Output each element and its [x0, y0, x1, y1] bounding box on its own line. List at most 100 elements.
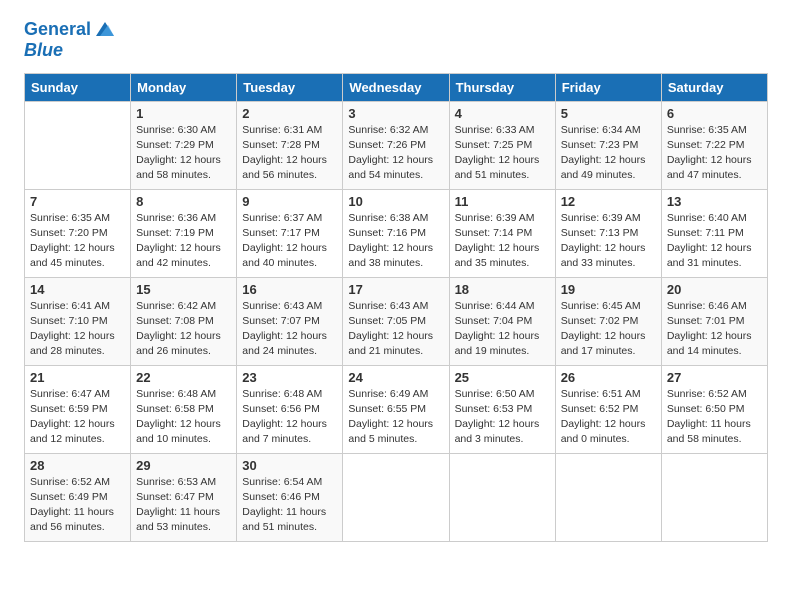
calendar-header: SundayMondayTuesdayWednesdayThursdayFrid… — [25, 73, 768, 101]
calendar-cell: 23 Sunrise: 6:48 AM Sunset: 6:56 PM Dayli… — [237, 365, 343, 453]
day-number: 18 — [455, 282, 550, 297]
calendar-cell: 7Sunrise: 6:35 AM Sunset: 7:20 PM Daylig… — [25, 189, 131, 277]
day-number: 19 — [561, 282, 656, 297]
calendar-cell: 14 Sunrise: 6:41 AM Sunset: 7:10 PM Dayli… — [25, 277, 131, 365]
day-detail: Sunrise: 6:53 AM Sunset: 6:47 PM Dayligh… — [136, 475, 231, 536]
day-detail: Sunrise: 6:43 AM Sunset: 7:05 PM Dayligh… — [348, 299, 443, 360]
day-number: 22 — [136, 370, 231, 385]
calendar-cell: 12 Sunrise: 6:39 AM Sunset: 7:13 PM Dayli… — [555, 189, 661, 277]
calendar-cell: 5Sunrise: 6:34 AM Sunset: 7:23 PM Daylig… — [555, 101, 661, 189]
day-detail: Sunrise: 6:38 AM Sunset: 7:16 PM Dayligh… — [348, 211, 443, 272]
calendar-cell: 19Sunrise: 6:45 AM Sunset: 7:02 PM Dayli… — [555, 277, 661, 365]
logo-blue-text: Blue — [24, 41, 63, 61]
day-detail: Sunrise: 6:46 AM Sunset: 7:01 PM Dayligh… — [667, 299, 762, 360]
day-detail: Sunrise: 6:40 AM Sunset: 7:11 PM Dayligh… — [667, 211, 762, 272]
day-detail: Sunrise: 6:52 AM Sunset: 6:49 PM Dayligh… — [30, 475, 125, 536]
header-cell-thursday: Thursday — [449, 73, 555, 101]
calendar-cell: 9 Sunrise: 6:37 AM Sunset: 7:17 PM Daylig… — [237, 189, 343, 277]
calendar-cell: 11 Sunrise: 6:39 AM Sunset: 7:14 PM Dayli… — [449, 189, 555, 277]
day-number: 6 — [667, 106, 762, 121]
week-row-2: 14 Sunrise: 6:41 AM Sunset: 7:10 PM Dayli… — [25, 277, 768, 365]
day-number: 8 — [136, 194, 231, 209]
calendar-cell: 3 Sunrise: 6:32 AM Sunset: 7:26 PM Daylig… — [343, 101, 449, 189]
day-detail: Sunrise: 6:42 AM Sunset: 7:08 PM Dayligh… — [136, 299, 231, 360]
day-detail: Sunrise: 6:34 AM Sunset: 7:23 PM Dayligh… — [561, 123, 656, 184]
day-number: 15 — [136, 282, 231, 297]
day-detail: Sunrise: 6:48 AM Sunset: 6:56 PM Dayligh… — [242, 387, 337, 448]
day-number: 17 — [348, 282, 443, 297]
calendar-cell: 25 Sunrise: 6:50 AM Sunset: 6:53 PM Dayli… — [449, 365, 555, 453]
day-detail: Sunrise: 6:47 AM Sunset: 6:59 PM Dayligh… — [30, 387, 125, 448]
day-number: 13 — [667, 194, 762, 209]
day-number: 7 — [30, 194, 125, 209]
calendar-cell: 18Sunrise: 6:44 AM Sunset: 7:04 PM Dayli… — [449, 277, 555, 365]
calendar-cell: 17 Sunrise: 6:43 AM Sunset: 7:05 PM Dayli… — [343, 277, 449, 365]
day-detail: Sunrise: 6:48 AM Sunset: 6:58 PM Dayligh… — [136, 387, 231, 448]
header-cell-monday: Monday — [131, 73, 237, 101]
calendar-cell: 10 Sunrise: 6:38 AM Sunset: 7:16 PM Dayli… — [343, 189, 449, 277]
day-number: 2 — [242, 106, 337, 121]
day-number: 25 — [455, 370, 550, 385]
day-number: 1 — [136, 106, 231, 121]
header-cell-saturday: Saturday — [661, 73, 767, 101]
day-number: 29 — [136, 458, 231, 473]
day-detail: Sunrise: 6:41 AM Sunset: 7:10 PM Dayligh… — [30, 299, 125, 360]
day-number: 20 — [667, 282, 762, 297]
day-detail: Sunrise: 6:31 AM Sunset: 7:28 PM Dayligh… — [242, 123, 337, 184]
calendar-cell: 28 Sunrise: 6:52 AM Sunset: 6:49 PM Dayli… — [25, 453, 131, 541]
day-number: 27 — [667, 370, 762, 385]
header-cell-sunday: Sunday — [25, 73, 131, 101]
day-detail: Sunrise: 6:43 AM Sunset: 7:07 PM Dayligh… — [242, 299, 337, 360]
calendar-cell: 6 Sunrise: 6:35 AM Sunset: 7:22 PM Daylig… — [661, 101, 767, 189]
calendar-cell: 29 Sunrise: 6:53 AM Sunset: 6:47 PM Dayli… — [131, 453, 237, 541]
day-number: 9 — [242, 194, 337, 209]
week-row-4: 28 Sunrise: 6:52 AM Sunset: 6:49 PM Dayli… — [25, 453, 768, 541]
calendar-cell: 21 Sunrise: 6:47 AM Sunset: 6:59 PM Dayli… — [25, 365, 131, 453]
day-number: 4 — [455, 106, 550, 121]
header-cell-tuesday: Tuesday — [237, 73, 343, 101]
calendar-table: SundayMondayTuesdayWednesdayThursdayFrid… — [24, 73, 768, 542]
day-detail: Sunrise: 6:39 AM Sunset: 7:14 PM Dayligh… — [455, 211, 550, 272]
day-detail: Sunrise: 6:39 AM Sunset: 7:13 PM Dayligh… — [561, 211, 656, 272]
calendar-cell: 26 Sunrise: 6:51 AM Sunset: 6:52 PM Dayli… — [555, 365, 661, 453]
day-detail: Sunrise: 6:32 AM Sunset: 7:26 PM Dayligh… — [348, 123, 443, 184]
day-number: 26 — [561, 370, 656, 385]
logo-text: General — [24, 20, 91, 40]
day-detail: Sunrise: 6:36 AM Sunset: 7:19 PM Dayligh… — [136, 211, 231, 272]
calendar-cell: 1 Sunrise: 6:30 AM Sunset: 7:29 PM Daylig… — [131, 101, 237, 189]
calendar-cell: 15 Sunrise: 6:42 AM Sunset: 7:08 PM Dayli… — [131, 277, 237, 365]
calendar-cell — [25, 101, 131, 189]
header-cell-friday: Friday — [555, 73, 661, 101]
week-row-3: 21 Sunrise: 6:47 AM Sunset: 6:59 PM Dayli… — [25, 365, 768, 453]
calendar-cell: 2 Sunrise: 6:31 AM Sunset: 7:28 PM Daylig… — [237, 101, 343, 189]
day-detail: Sunrise: 6:51 AM Sunset: 6:52 PM Dayligh… — [561, 387, 656, 448]
day-number: 28 — [30, 458, 125, 473]
calendar-cell: 24Sunrise: 6:49 AM Sunset: 6:55 PM Dayli… — [343, 365, 449, 453]
day-number: 14 — [30, 282, 125, 297]
day-number: 3 — [348, 106, 443, 121]
day-number: 12 — [561, 194, 656, 209]
day-detail: Sunrise: 6:30 AM Sunset: 7:29 PM Dayligh… — [136, 123, 231, 184]
calendar-body: 1 Sunrise: 6:30 AM Sunset: 7:29 PM Daylig… — [25, 101, 768, 541]
day-number: 21 — [30, 370, 125, 385]
day-detail: Sunrise: 6:50 AM Sunset: 6:53 PM Dayligh… — [455, 387, 550, 448]
day-number: 11 — [455, 194, 550, 209]
day-number: 23 — [242, 370, 337, 385]
calendar-cell: 13 Sunrise: 6:40 AM Sunset: 7:11 PM Dayli… — [661, 189, 767, 277]
calendar-cell: 20 Sunrise: 6:46 AM Sunset: 7:01 PM Dayli… — [661, 277, 767, 365]
week-row-1: 7Sunrise: 6:35 AM Sunset: 7:20 PM Daylig… — [25, 189, 768, 277]
header-row: SundayMondayTuesdayWednesdayThursdayFrid… — [25, 73, 768, 101]
page-header: General Blue — [24, 20, 768, 61]
calendar-cell: 8 Sunrise: 6:36 AM Sunset: 7:19 PM Daylig… — [131, 189, 237, 277]
calendar-cell: 16Sunrise: 6:43 AM Sunset: 7:07 PM Dayli… — [237, 277, 343, 365]
calendar-cell: 4 Sunrise: 6:33 AM Sunset: 7:25 PM Daylig… — [449, 101, 555, 189]
day-number: 30 — [242, 458, 337, 473]
day-number: 10 — [348, 194, 443, 209]
calendar-cell — [449, 453, 555, 541]
day-detail: Sunrise: 6:35 AM Sunset: 7:22 PM Dayligh… — [667, 123, 762, 184]
calendar-cell — [661, 453, 767, 541]
day-detail: Sunrise: 6:37 AM Sunset: 7:17 PM Dayligh… — [242, 211, 337, 272]
day-detail: Sunrise: 6:33 AM Sunset: 7:25 PM Dayligh… — [455, 123, 550, 184]
logo: General Blue — [24, 20, 116, 61]
logo-icon — [94, 20, 116, 38]
